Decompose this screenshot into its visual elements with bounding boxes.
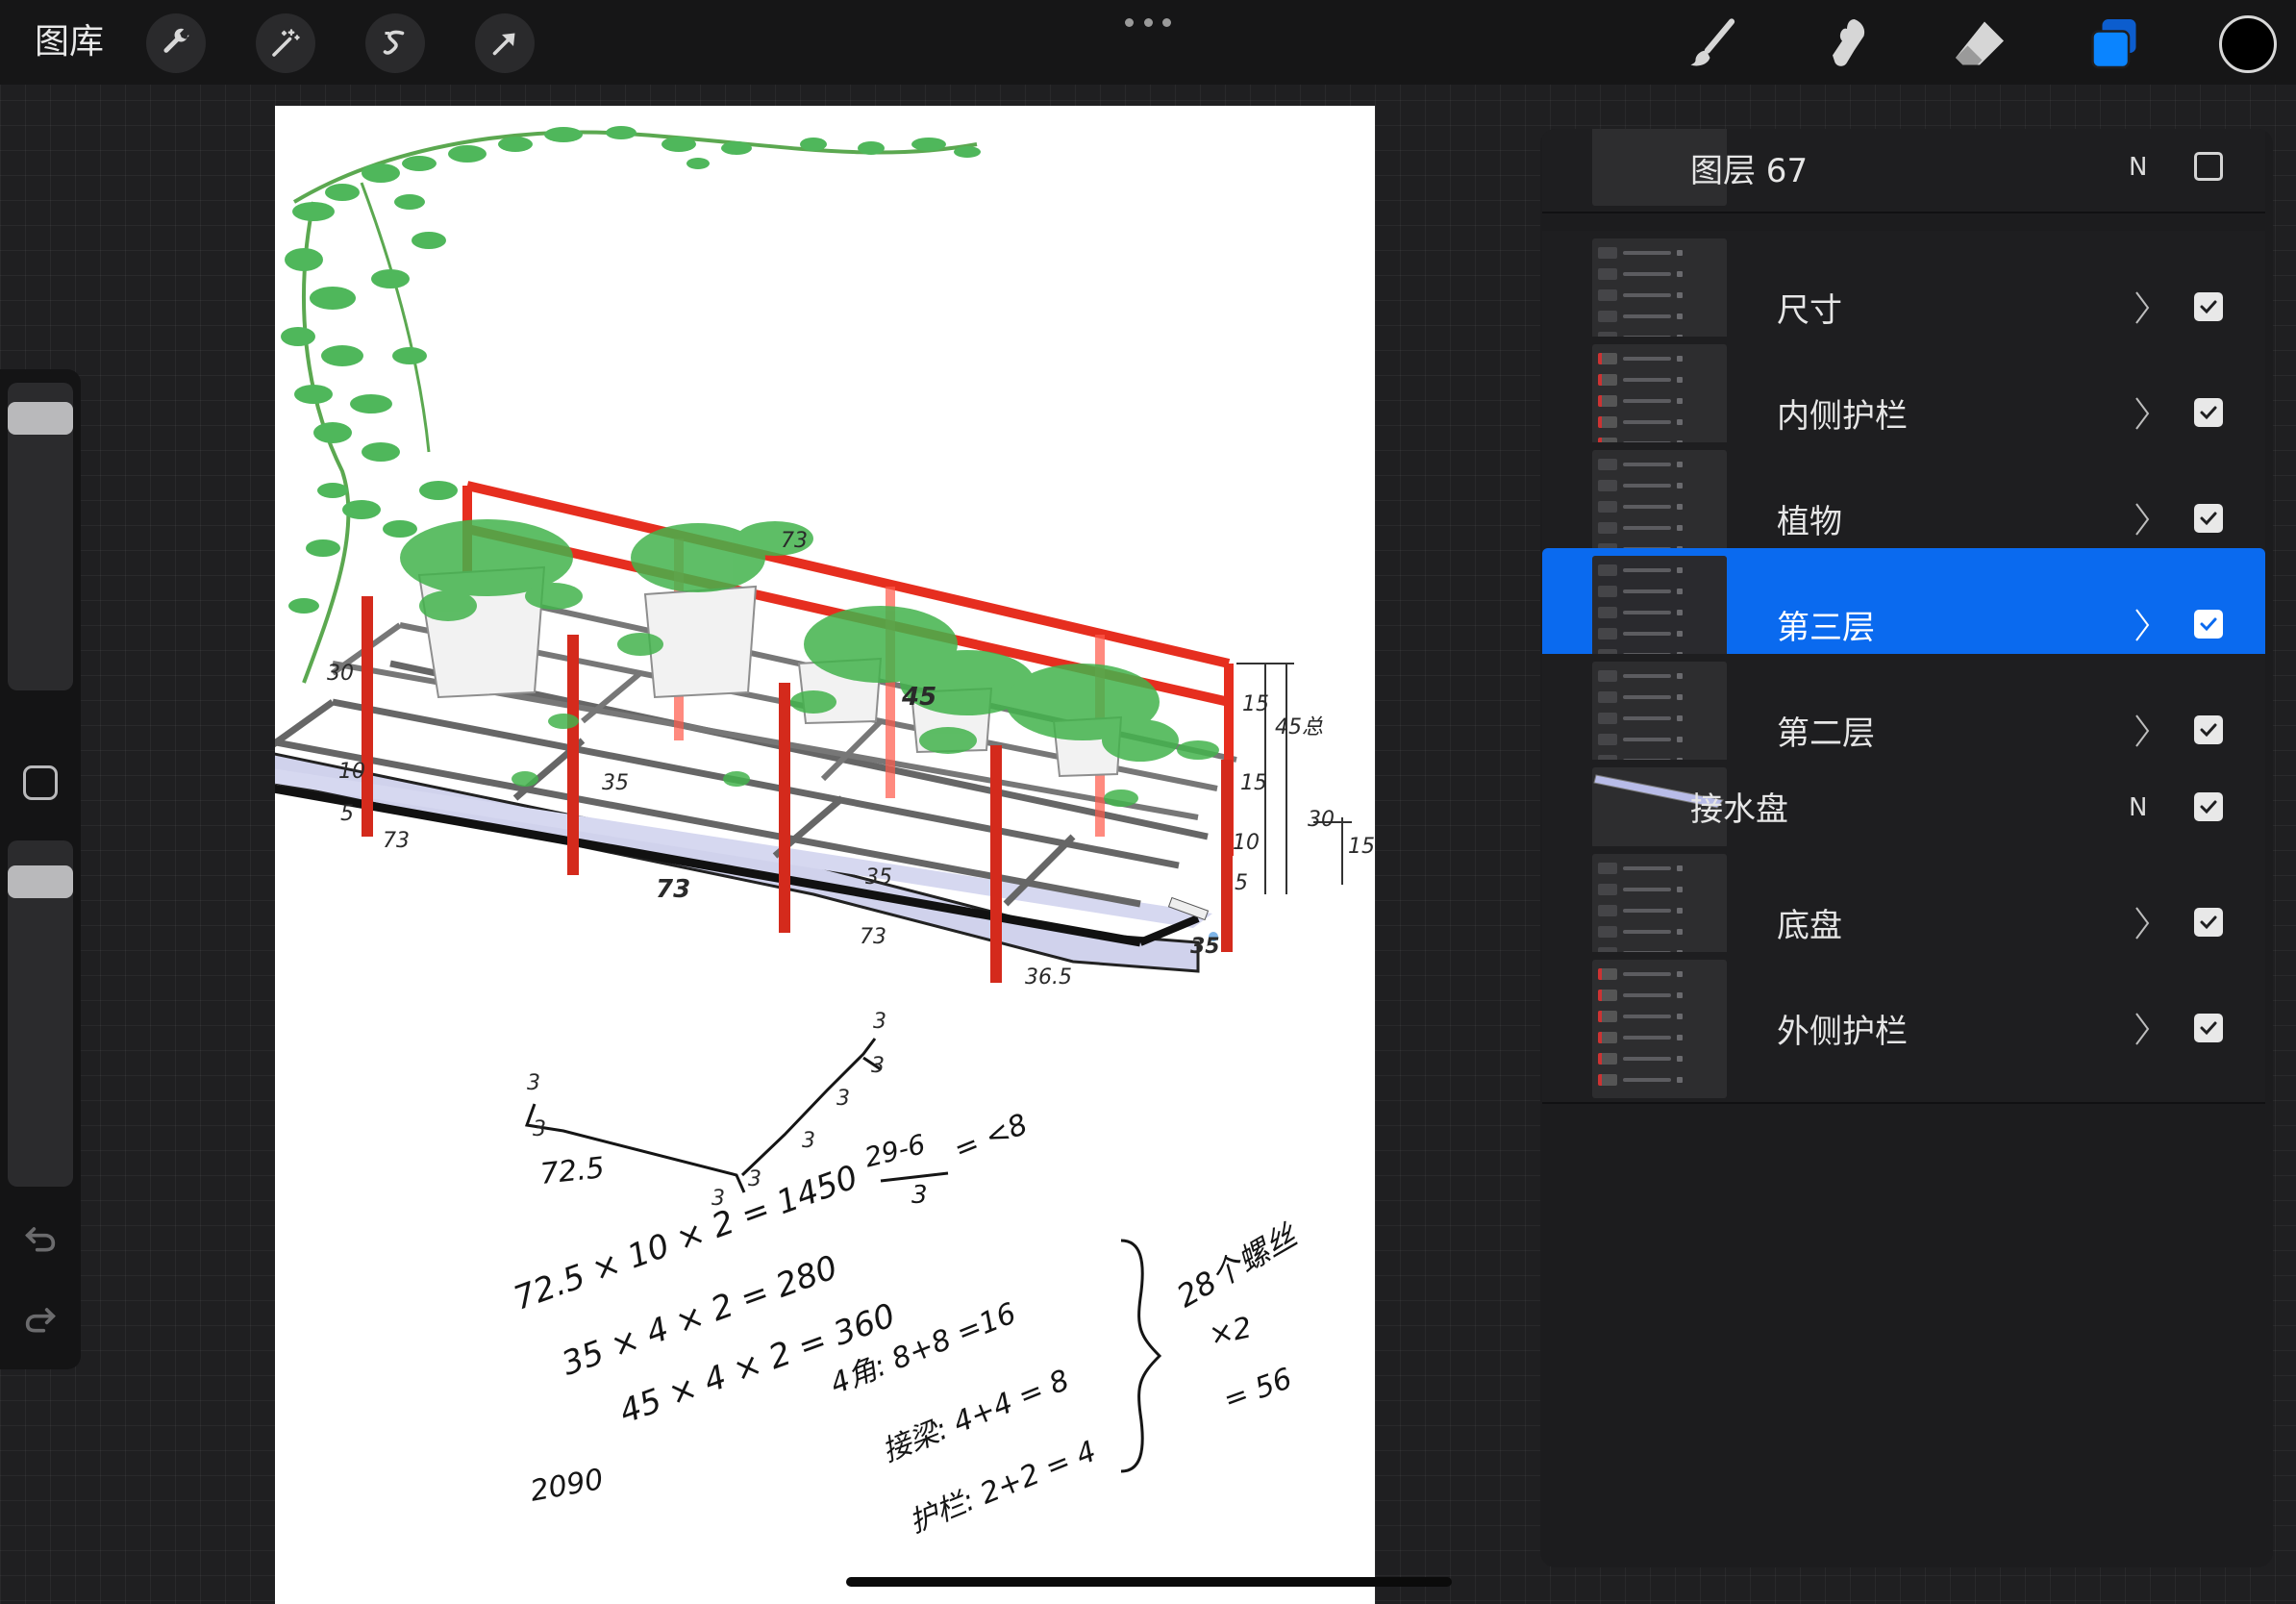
smudge-tool[interactable] <box>1815 12 1879 75</box>
bracket-mark: 3 <box>871 1054 885 1078</box>
checkmark-icon <box>2200 300 2217 314</box>
left-sidebar <box>0 369 81 1369</box>
dim-label: 45 <box>902 683 937 712</box>
eraser-tool[interactable] <box>1948 12 2011 75</box>
dim-label: 35 <box>602 771 629 795</box>
dim-label: 73 <box>781 529 808 553</box>
brush-icon <box>1690 18 1735 66</box>
selection-icon <box>383 30 405 55</box>
dim-label: 35 <box>1190 935 1220 959</box>
dim-label: 15 <box>1240 771 1267 795</box>
modify-button[interactable] <box>23 765 58 800</box>
chevron-right-icon[interactable] <box>2131 712 2154 750</box>
dim-label: 30 <box>1308 808 1335 832</box>
layer-name: 外侧护栏 <box>1777 1012 1908 1051</box>
blend-mode-label[interactable]: N <box>2129 760 2147 856</box>
eraser-icon <box>1956 21 2004 65</box>
dim-label: 15 <box>1348 835 1375 859</box>
layer-visibility-checkbox[interactable] <box>2194 610 2223 639</box>
undo-icon[interactable] <box>21 1219 60 1258</box>
blend-mode-label[interactable]: N <box>2129 129 2147 213</box>
layer-row[interactable]: 接水盘 N <box>1542 760 2265 856</box>
bracket-mark: 3 <box>873 1010 886 1034</box>
dim-label: 30 <box>327 662 354 686</box>
selection-button[interactable] <box>365 13 425 73</box>
dim-label: 5 <box>1235 871 1248 895</box>
magic-wand-icon <box>272 29 300 57</box>
color-picker-button[interactable] <box>2219 15 2277 73</box>
layer-visibility-checkbox[interactable] <box>2194 1014 2223 1042</box>
canvas-artwork <box>275 126 1352 1473</box>
opacity-handle[interactable] <box>8 865 73 898</box>
dim-label: 10 <box>1233 831 1260 855</box>
chevron-right-icon[interactable] <box>2131 288 2154 327</box>
dim-label: 73 <box>860 925 886 949</box>
checkmark-icon <box>2200 723 2217 738</box>
curly-brace <box>1120 1239 1162 1473</box>
layers-panel: 图层 图层 67N尺寸内侧护栏植物第三层第二层接水盘N底盘外侧护栏 <box>1540 129 2273 1567</box>
bracket-mark: 3 <box>533 1117 546 1141</box>
home-indicator <box>846 1577 1452 1587</box>
layer-visibility-checkbox[interactable] <box>2194 504 2223 533</box>
dim-label: 5 <box>340 802 354 826</box>
dim-label: 73 <box>383 829 410 853</box>
layer-name: 图层 67 <box>1690 151 1809 190</box>
brush-size-handle[interactable] <box>8 402 73 435</box>
more-options-dots[interactable] <box>1125 15 1171 29</box>
adjustments-button[interactable] <box>256 13 315 73</box>
vine-foliage <box>281 126 981 684</box>
note-fraction-bottom: 3 <box>911 1181 928 1210</box>
layer-visibility-checkbox[interactable] <box>2194 792 2223 821</box>
gallery-button[interactable]: 图库 <box>35 19 104 65</box>
chevron-right-icon[interactable] <box>2131 1010 2154 1048</box>
bracket-mark: 3 <box>527 1071 540 1095</box>
transform-arrow-icon <box>492 33 515 56</box>
checkmark-icon <box>2200 406 2217 420</box>
layers-icon <box>2091 19 2136 69</box>
chevron-right-icon[interactable] <box>2131 606 2154 644</box>
bracket-mark: 3 <box>836 1087 850 1111</box>
wrench-icon <box>163 28 189 53</box>
layer-row[interactable]: 外侧护栏 <box>1542 952 2265 1104</box>
dim-label: 35 <box>865 865 892 890</box>
dim-label: 36.5 <box>1025 965 1072 990</box>
checkmark-icon <box>2200 1021 2217 1036</box>
layer-row[interactable]: 图层 67 N <box>1542 129 2265 213</box>
dim-label: 45总 <box>1275 715 1323 739</box>
checkmark-icon <box>2200 915 2217 930</box>
bracket-mark: 3 <box>802 1129 815 1153</box>
bracket-mark: 3 <box>748 1167 761 1191</box>
dim-label: 10 <box>338 760 365 784</box>
drawing-canvas[interactable]: 73 73 35 73 36.5 35 45 73 35 30 10 5 15 … <box>275 106 1375 1604</box>
transform-button[interactable] <box>475 13 535 73</box>
layer-visibility-checkbox[interactable] <box>2194 152 2223 181</box>
layer-visibility-checkbox[interactable] <box>2194 292 2223 321</box>
chevron-right-icon[interactable] <box>2131 500 2154 539</box>
checkmark-icon <box>2200 512 2217 526</box>
dim-label: 15 <box>1242 692 1269 716</box>
smudge-icon <box>1833 19 1865 66</box>
dim-label: 73 <box>656 875 691 904</box>
layer-visibility-checkbox[interactable] <box>2194 398 2223 427</box>
note-bracket-length: 72.5 <box>538 1151 607 1191</box>
layers-tool[interactable] <box>2083 12 2146 75</box>
chevron-right-icon[interactable] <box>2131 904 2154 942</box>
layer-thumbnail[interactable] <box>1592 960 1727 1098</box>
actions-button[interactable] <box>146 13 206 73</box>
checkmark-icon <box>2200 800 2217 815</box>
layer-visibility-checkbox[interactable] <box>2194 908 2223 937</box>
checkmark-icon <box>2200 617 2217 632</box>
layer-name: 接水盘 <box>1690 789 1788 829</box>
layer-visibility-checkbox[interactable] <box>2194 715 2223 744</box>
redo-icon[interactable] <box>21 1300 60 1339</box>
brush-tool[interactable] <box>1681 12 1744 75</box>
top-toolbar: 图库 <box>0 0 2296 85</box>
chevron-right-icon[interactable] <box>2131 394 2154 433</box>
